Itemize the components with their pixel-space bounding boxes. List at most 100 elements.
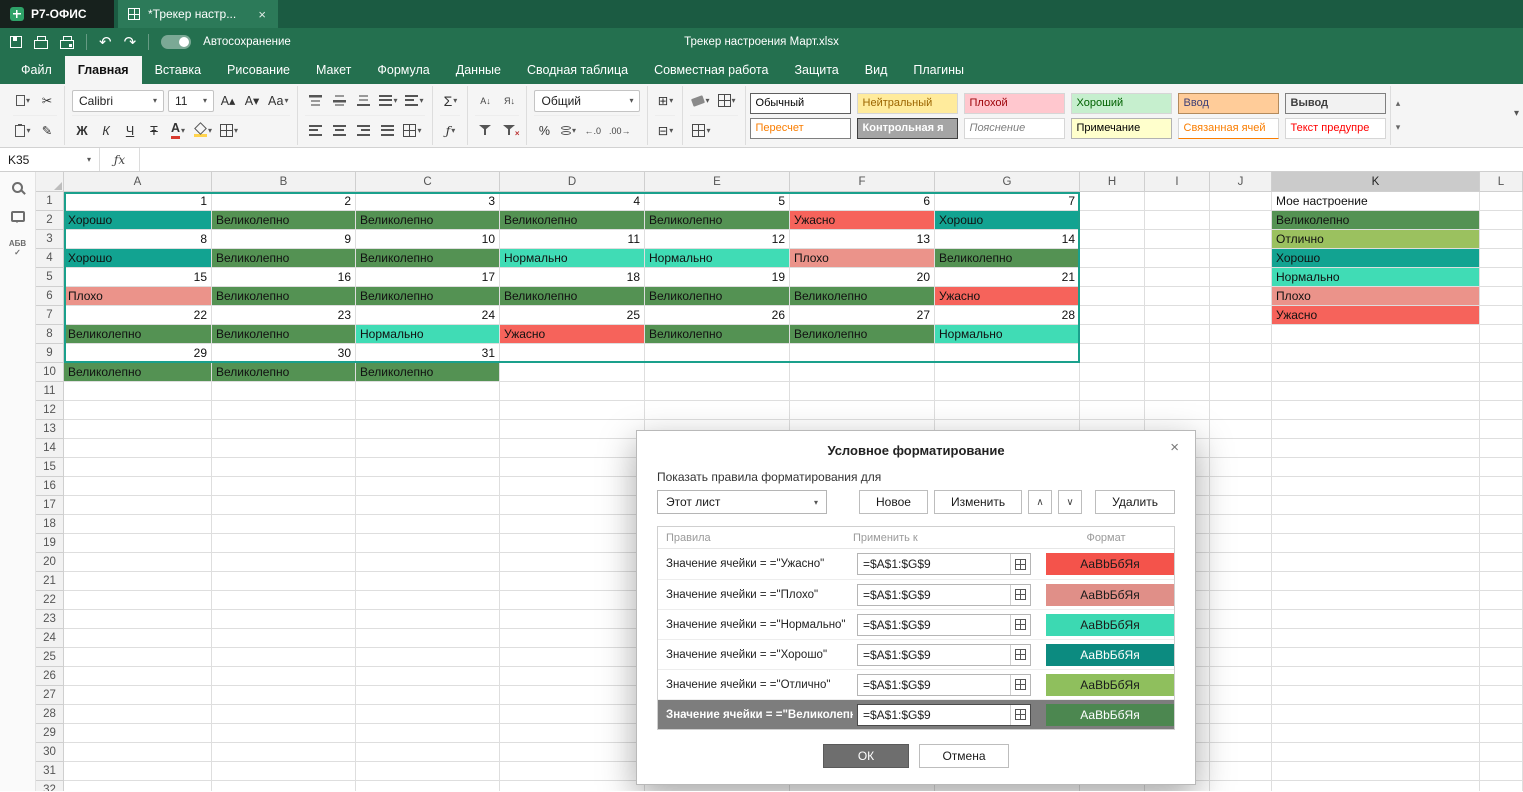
rule-range-value[interactable]: =$A$1:$G$9	[858, 648, 1010, 662]
row-header-4[interactable]: 4	[36, 249, 64, 268]
cell-D19[interactable]	[500, 534, 645, 553]
row-header-14[interactable]: 14	[36, 439, 64, 458]
select-range-button[interactable]	[1010, 585, 1030, 605]
cell-K16[interactable]	[1272, 477, 1480, 496]
change-case-button[interactable]: Аа▾	[266, 90, 290, 112]
cell-B23[interactable]	[212, 610, 356, 629]
cell-A27[interactable]	[64, 686, 212, 705]
cell-B6[interactable]: Великолепно	[212, 287, 356, 306]
cell-A24[interactable]	[64, 629, 212, 648]
cell-E8[interactable]: Великолепно	[645, 325, 790, 344]
cell-E11[interactable]	[645, 382, 790, 401]
number-format-select[interactable]: Общий▾	[534, 90, 640, 112]
cell-F11[interactable]	[790, 382, 935, 401]
cell-A10[interactable]: Великолепно	[64, 363, 212, 382]
align-center-button[interactable]	[329, 120, 349, 142]
conditional-formatting-button[interactable]: ▾	[716, 90, 738, 112]
cell-K24[interactable]	[1272, 629, 1480, 648]
cell-B20[interactable]	[212, 553, 356, 572]
cell-D15[interactable]	[500, 458, 645, 477]
cell-J21[interactable]	[1210, 572, 1272, 591]
cell-L21[interactable]	[1480, 572, 1523, 591]
cell-A22[interactable]	[64, 591, 212, 610]
cell-K31[interactable]	[1272, 762, 1480, 781]
cell-L32[interactable]	[1480, 781, 1523, 791]
cell-D29[interactable]	[500, 724, 645, 743]
cell-K4[interactable]: Хорошо	[1272, 249, 1480, 268]
cell-A17[interactable]	[64, 496, 212, 515]
menu-tab-Данные[interactable]: Данные	[443, 56, 514, 84]
cell-I6[interactable]	[1145, 287, 1210, 306]
cell-C18[interactable]	[356, 515, 500, 534]
cell-K14[interactable]	[1272, 439, 1480, 458]
cell-A16[interactable]	[64, 477, 212, 496]
cell-K11[interactable]	[1272, 382, 1480, 401]
cell-B26[interactable]	[212, 667, 356, 686]
cell-style-Обычный[interactable]: Обычный	[750, 93, 851, 114]
cell-H9[interactable]	[1080, 344, 1145, 363]
cell-B18[interactable]	[212, 515, 356, 534]
gallery-up-icon[interactable]: ▴	[1396, 98, 1401, 109]
font-size-select[interactable]: 11▾	[168, 90, 214, 112]
cell-C4[interactable]: Великолепно	[356, 249, 500, 268]
cell-C31[interactable]	[356, 762, 500, 781]
cell-D22[interactable]	[500, 591, 645, 610]
move-rule-down-button[interactable]: ∨	[1058, 490, 1082, 514]
cell-L3[interactable]	[1480, 230, 1523, 249]
menu-tab-Совместная работа[interactable]: Совместная работа	[641, 56, 781, 84]
new-rule-button[interactable]: Новое	[859, 490, 928, 514]
cell-L23[interactable]	[1480, 610, 1523, 629]
row-header-32[interactable]: 32	[36, 781, 64, 791]
cell-D25[interactable]	[500, 648, 645, 667]
cell-style-Связанная ячей[interactable]: Связанная ячей	[1178, 118, 1279, 139]
cell-L10[interactable]	[1480, 363, 1523, 382]
cell-K8[interactable]	[1272, 325, 1480, 344]
dialog-close-icon[interactable]: ×	[1166, 439, 1183, 456]
merge-cells-button[interactable]: ▾	[401, 120, 423, 142]
comments-icon[interactable]	[11, 211, 25, 222]
cell-F10[interactable]	[790, 363, 935, 382]
increase-font-button[interactable]: А▴	[218, 90, 238, 112]
row-header-19[interactable]: 19	[36, 534, 64, 553]
column-header-L[interactable]: L	[1480, 172, 1523, 192]
cell-J18[interactable]	[1210, 515, 1272, 534]
cell-I10[interactable]	[1145, 363, 1210, 382]
cell-J31[interactable]	[1210, 762, 1272, 781]
row-header-29[interactable]: 29	[36, 724, 64, 743]
row-header-6[interactable]: 6	[36, 287, 64, 306]
rule-range-value[interactable]: =$A$1:$G$9	[858, 588, 1010, 602]
cell-J15[interactable]	[1210, 458, 1272, 477]
cell-C19[interactable]	[356, 534, 500, 553]
cell-E9[interactable]	[645, 344, 790, 363]
cell-L13[interactable]	[1480, 420, 1523, 439]
cell-B17[interactable]	[212, 496, 356, 515]
wrap-text-button[interactable]: ▾	[403, 90, 425, 112]
cell-C32[interactable]	[356, 781, 500, 791]
cell-L1[interactable]	[1480, 192, 1523, 211]
cell-C29[interactable]	[356, 724, 500, 743]
cell-D14[interactable]	[500, 439, 645, 458]
cell-C24[interactable]	[356, 629, 500, 648]
sort-descending-button[interactable]: Я↓	[499, 90, 519, 112]
cell-B4[interactable]: Великолепно	[212, 249, 356, 268]
cell-L27[interactable]	[1480, 686, 1523, 705]
cell-K27[interactable]	[1272, 686, 1480, 705]
cell-K30[interactable]	[1272, 743, 1480, 762]
cell-I3[interactable]	[1145, 230, 1210, 249]
cell-D12[interactable]	[500, 401, 645, 420]
cell-H4[interactable]	[1080, 249, 1145, 268]
cell-C1[interactable]: 3	[356, 192, 500, 211]
cell-A29[interactable]	[64, 724, 212, 743]
column-header-D[interactable]: D	[500, 172, 645, 192]
fill-color-button[interactable]: ▾	[192, 120, 214, 142]
cell-L5[interactable]	[1480, 268, 1523, 287]
cell-D31[interactable]	[500, 762, 645, 781]
cell-D28[interactable]	[500, 705, 645, 724]
formula-input[interactable]	[140, 148, 1523, 171]
sort-ascending-button[interactable]: А↓	[475, 90, 495, 112]
row-header-8[interactable]: 8	[36, 325, 64, 344]
cell-J17[interactable]	[1210, 496, 1272, 515]
cell-C12[interactable]	[356, 401, 500, 420]
rule-range-field[interactable]: =$A$1:$G$9	[857, 553, 1031, 575]
row-header-13[interactable]: 13	[36, 420, 64, 439]
